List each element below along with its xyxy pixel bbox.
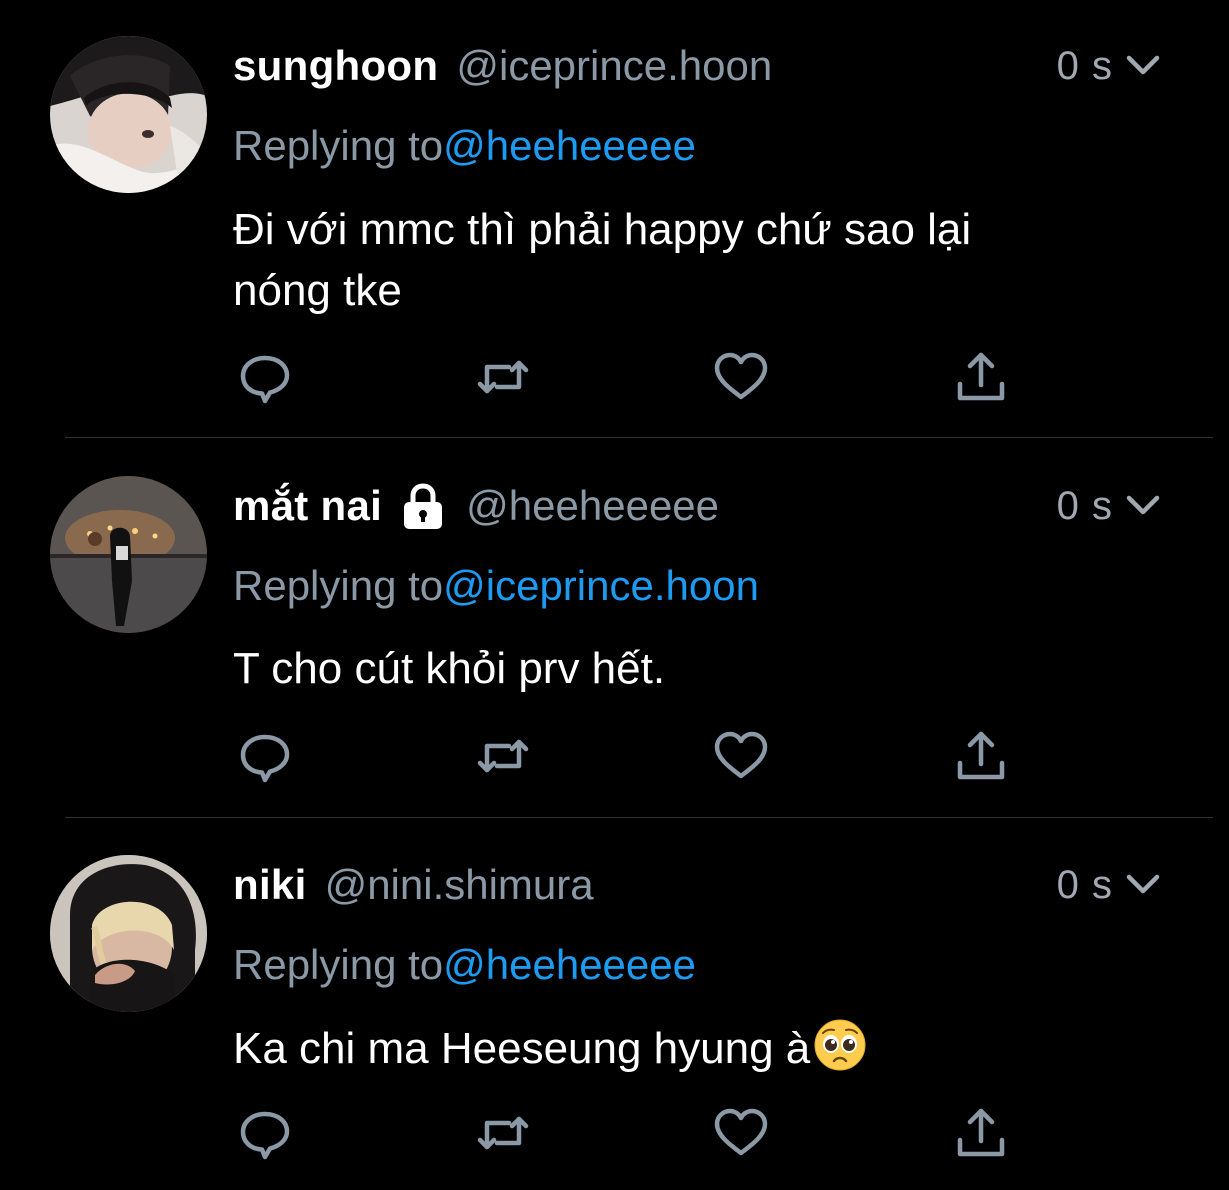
tweet-text-line: nóng tke bbox=[233, 266, 402, 315]
share-icon[interactable] bbox=[951, 726, 1011, 786]
tweet-text: Đi với mmc thì phải happy chứ sao lại nó… bbox=[233, 199, 1173, 321]
replying-to: Replying to@heeheeeee bbox=[233, 122, 696, 170]
pleading-face-emoji bbox=[812, 1017, 868, 1073]
share-icon[interactable] bbox=[951, 1103, 1011, 1163]
tweet-text: Ka chi ma Heeseung hyung à bbox=[233, 1017, 1173, 1079]
replying-to-label: Replying to bbox=[233, 562, 444, 609]
tweet[interactable]: sunghoon @iceprince.hoon 0 s Replying to… bbox=[0, 0, 1229, 438]
lock-icon bbox=[398, 481, 448, 531]
tweet-actions bbox=[233, 726, 1033, 786]
replying-to-label: Replying to bbox=[233, 122, 444, 169]
retweet-icon[interactable] bbox=[473, 1103, 533, 1163]
tweet[interactable]: niki @nini.shimura 0 s Replying to@heehe… bbox=[0, 818, 1229, 1190]
tweet-text: T cho cút khỏi prv hết. bbox=[233, 638, 1173, 699]
avatar[interactable] bbox=[50, 476, 207, 633]
display-name[interactable]: mắt nai bbox=[233, 482, 382, 530]
user-handle[interactable]: @heeheeeee bbox=[466, 482, 719, 530]
reply-icon[interactable] bbox=[235, 1103, 295, 1163]
user-handle[interactable]: @nini.shimura bbox=[325, 861, 594, 909]
replying-to-label: Replying to bbox=[233, 941, 444, 988]
reply-mention-link[interactable]: @iceprince.hoon bbox=[443, 562, 759, 609]
chevron-down-icon[interactable] bbox=[1123, 51, 1163, 81]
avatar[interactable] bbox=[50, 855, 207, 1012]
replying-to: Replying to@heeheeeee bbox=[233, 941, 696, 989]
heart-icon[interactable] bbox=[711, 347, 771, 407]
tweet-text-line: T cho cút khỏi prv hết. bbox=[233, 644, 666, 693]
reply-mention-link[interactable]: @heeheeeee bbox=[443, 941, 696, 988]
chevron-down-icon[interactable] bbox=[1123, 491, 1163, 521]
chevron-down-icon[interactable] bbox=[1123, 870, 1163, 900]
tweet-text-line: Đi với mmc thì phải happy chứ sao lại bbox=[233, 205, 972, 254]
display-name[interactable]: sunghoon bbox=[233, 42, 438, 90]
tweet-timestamp: 0 s bbox=[1056, 483, 1113, 528]
retweet-icon[interactable] bbox=[473, 347, 533, 407]
reply-mention-link[interactable]: @heeheeeee bbox=[443, 122, 696, 169]
reply-icon[interactable] bbox=[235, 726, 295, 786]
heart-icon[interactable] bbox=[711, 726, 771, 786]
share-icon[interactable] bbox=[951, 347, 1011, 407]
retweet-icon[interactable] bbox=[473, 726, 533, 786]
display-name[interactable]: niki bbox=[233, 861, 307, 909]
tweet-timestamp: 0 s bbox=[1056, 862, 1113, 907]
tweet-timestamp: 0 s bbox=[1056, 43, 1113, 88]
reply-icon[interactable] bbox=[235, 347, 295, 407]
tweet[interactable]: mắt nai @heeheeeee 0 s Replying to@icepr… bbox=[0, 438, 1229, 818]
user-handle[interactable]: @iceprince.hoon bbox=[456, 42, 772, 90]
avatar[interactable] bbox=[50, 36, 207, 193]
tweet-actions bbox=[233, 347, 1033, 407]
tweet-actions bbox=[233, 1103, 1033, 1163]
tweet-text-line: Ka chi ma Heeseung hyung à bbox=[233, 1024, 811, 1073]
heart-icon[interactable] bbox=[711, 1103, 771, 1163]
replying-to: Replying to@iceprince.hoon bbox=[233, 562, 759, 610]
